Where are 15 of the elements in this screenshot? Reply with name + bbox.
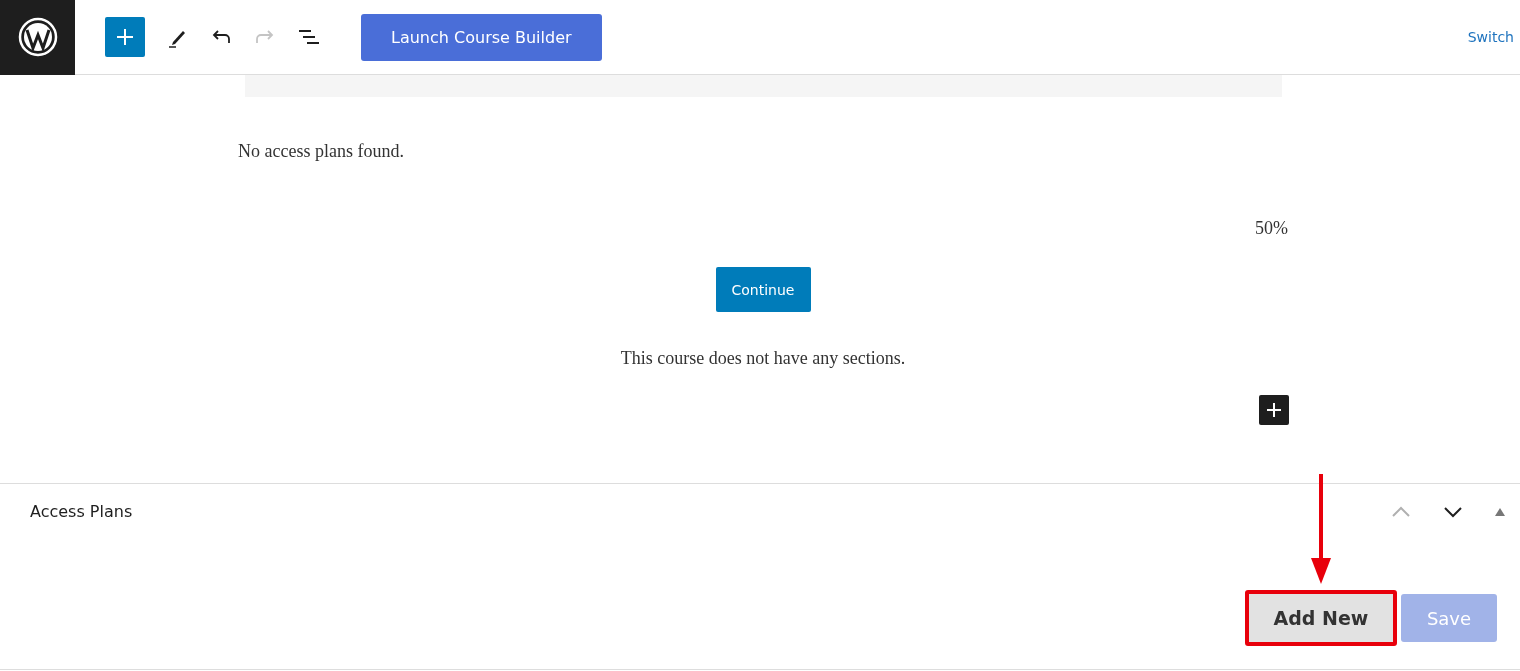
wordpress-logo-icon <box>17 17 58 57</box>
continue-button[interactable]: Continue <box>715 267 811 312</box>
plus-icon <box>1266 402 1282 418</box>
launch-course-builder-button[interactable]: Launch Course Builder <box>361 13 602 61</box>
panel-title: Access Plans <box>30 502 133 521</box>
empty-sections-text: This course does not have any sections. <box>619 348 907 369</box>
wordpress-logo[interactable] <box>0 0 75 75</box>
add-block-button[interactable] <box>1259 395 1289 425</box>
add-new-button[interactable]: Add New <box>1245 590 1397 646</box>
switch-link[interactable]: Switch <box>1467 29 1514 45</box>
triangle-up-icon[interactable] <box>1494 506 1506 517</box>
chevron-down-icon[interactable] <box>1442 504 1464 519</box>
progress-text: 50% <box>1255 218 1288 239</box>
plus-icon <box>115 27 135 47</box>
empty-plans-text: No access plans found. <box>238 141 405 162</box>
